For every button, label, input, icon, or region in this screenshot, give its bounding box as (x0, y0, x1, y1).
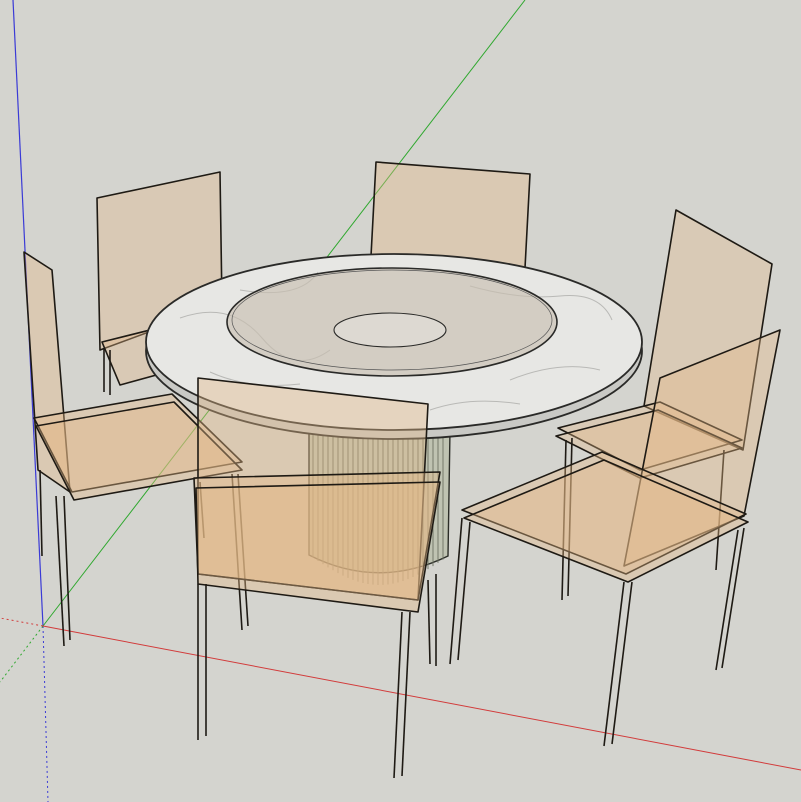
center-disc[interactable] (333, 312, 447, 348)
modeling-viewport[interactable] (0, 0, 801, 802)
scene-canvas[interactable] (0, 0, 801, 802)
chair-back-center[interactable] (370, 161, 531, 269)
